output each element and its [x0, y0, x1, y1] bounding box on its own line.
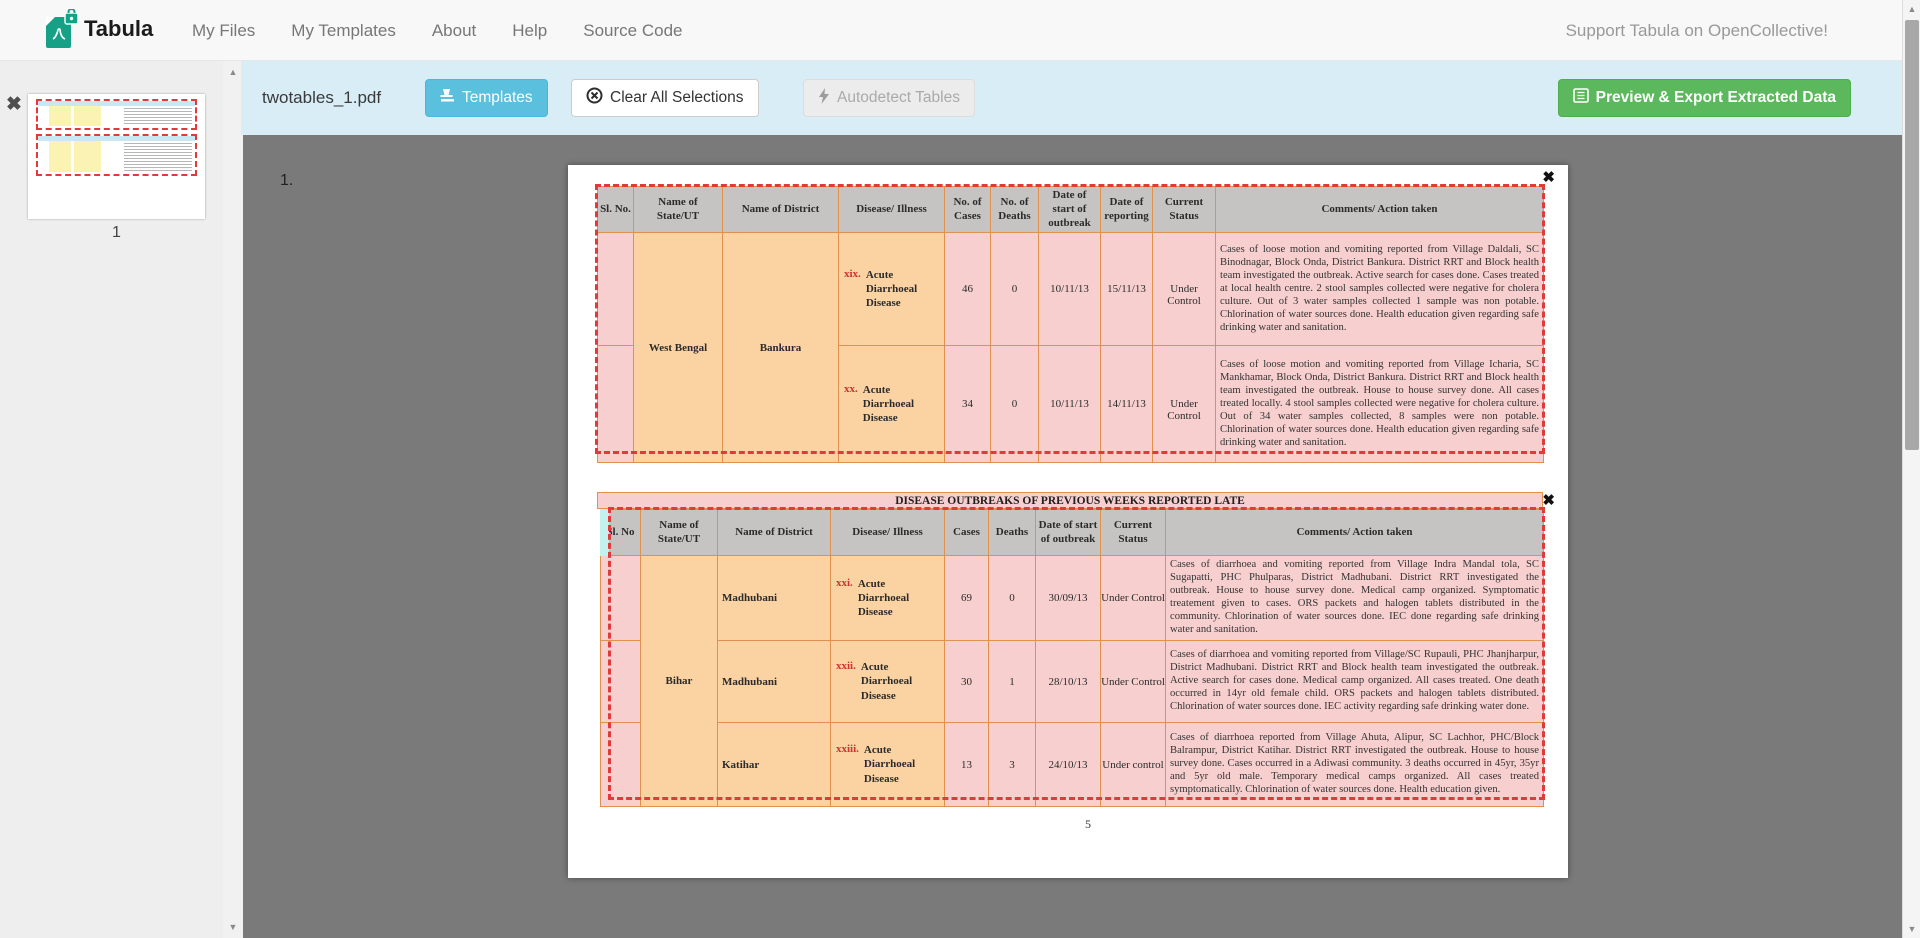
support-link[interactable]: Support Tabula on OpenCollective!	[1566, 0, 1828, 61]
templates-button-label: Templates	[462, 89, 533, 107]
nav-item-source-code[interactable]: Source Code	[583, 21, 682, 41]
scrollbar-thumb[interactable]	[1905, 20, 1919, 450]
scroll-up-icon[interactable]: ▲	[223, 67, 243, 77]
thumbnail-selection-2	[36, 134, 197, 176]
scroll-down-icon[interactable]: ▼	[1903, 924, 1920, 934]
preview-export-button[interactable]: Preview & Export Extracted Data	[1558, 79, 1851, 117]
clear-all-selections-button[interactable]: Clear All Selections	[571, 79, 759, 117]
thumbnail-sidebar: ✖ 1	[0, 61, 223, 938]
brand-title: Tabula	[84, 16, 153, 42]
page-marker-label: 1.	[280, 172, 293, 190]
top-navbar: Tabula My Files My Templates About Help …	[0, 0, 1920, 61]
nav-item-help[interactable]: Help	[512, 21, 547, 41]
document-toolbar: twotables_1.pdf Templates Clear All Sele…	[241, 61, 1902, 135]
table-selection-2[interactable]: ✖	[608, 507, 1545, 800]
nav-item-my-files[interactable]: My Files	[192, 21, 255, 41]
remove-page-icon[interactable]: ✖	[6, 93, 22, 116]
autodetect-button-label: Autodetect Tables	[837, 89, 960, 107]
lightning-bolt-icon	[818, 88, 830, 109]
circle-x-icon	[586, 87, 603, 109]
export-button-label: Preview & Export Extracted Data	[1596, 89, 1836, 107]
autodetect-tables-button[interactable]: Autodetect Tables	[803, 79, 975, 117]
thumbnail-selection-1	[36, 99, 197, 130]
page-thumbnail[interactable]	[28, 94, 205, 219]
selection1-close-icon[interactable]: ✖	[1542, 168, 1555, 186]
navbar-menu: My Files My Templates About Help Source …	[192, 0, 682, 61]
page-scrollbar[interactable]: ▲ ▼	[1902, 0, 1920, 938]
scroll-up-icon[interactable]: ▲	[1903, 4, 1920, 14]
scroll-down-icon[interactable]: ▼	[223, 922, 243, 932]
pdf-page-number: 5	[568, 817, 1608, 832]
selection2-close-icon[interactable]: ✖	[1542, 491, 1555, 509]
nav-item-my-templates[interactable]: My Templates	[291, 21, 396, 41]
pdf-workspace: 1. Sl. No. Name of State/UT Name of Dist…	[243, 135, 1902, 938]
table-selection-1[interactable]: ✖	[595, 184, 1545, 454]
pdf-page-canvas[interactable]: Sl. No. Name of State/UT Name of Distric…	[568, 165, 1568, 878]
clear-button-label: Clear All Selections	[610, 89, 744, 107]
sidebar-scrollbar[interactable]: ▲ ▼	[223, 61, 243, 938]
tabula-logo-icon	[44, 9, 80, 56]
open-filename: twotables_1.pdf	[262, 79, 381, 117]
thumbnail-page-number: 1	[28, 224, 205, 242]
table-list-icon	[1573, 88, 1589, 108]
nav-item-about[interactable]: About	[432, 21, 476, 41]
template-icon	[440, 88, 455, 108]
templates-button[interactable]: Templates	[425, 79, 548, 117]
